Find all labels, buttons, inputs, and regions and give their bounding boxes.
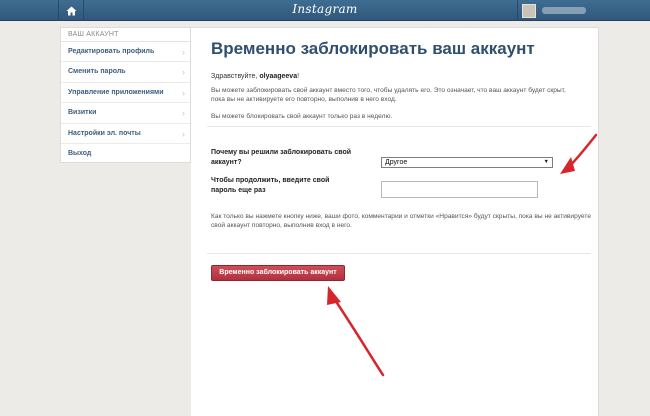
description-text: Вы можете заблокировать свой аккаунт вме… xyxy=(211,87,566,104)
warning-text: Как только вы нажмете кнопку ниже, ваши … xyxy=(211,213,591,230)
sidebar-item-change-password[interactable]: Сменить пароль › xyxy=(61,62,190,83)
sidebar-item-badges[interactable]: Визитки › xyxy=(61,103,190,124)
sidebar-item-edit-profile[interactable]: Редактировать профиль › xyxy=(61,42,190,63)
reason-select[interactable]: Другое ▼ xyxy=(381,157,553,168)
sidebar-item-label: Редактировать профиль xyxy=(68,48,155,55)
home-icon xyxy=(66,6,76,15)
username: olyaageeva xyxy=(259,73,298,80)
greeting-prefix: Здравствуйте, xyxy=(211,73,260,80)
sidebar-item-manage-apps[interactable]: Управление приложениями › xyxy=(61,83,190,104)
weekly-limit-note: Вы можете блокировать свой аккаунт тольк… xyxy=(211,113,393,120)
reason-selected-value: Другое xyxy=(385,159,408,166)
top-navigation-bar: Instagram xyxy=(0,0,650,21)
divider xyxy=(207,126,591,127)
temporarily-disable-account-button[interactable]: Временно заблокировать аккаунт xyxy=(211,265,345,281)
chevron-right-icon: › xyxy=(182,47,185,57)
divider xyxy=(207,253,591,254)
greeting: Здравствуйте, olyaageeva! xyxy=(211,73,299,80)
greeting-suffix: ! xyxy=(297,73,300,80)
dropdown-arrow-icon: ▼ xyxy=(543,159,549,165)
chevron-right-icon: › xyxy=(182,67,185,78)
page-title: Временно заблокировать ваш аккаунт xyxy=(211,39,535,58)
account-sidebar: ВАШ АККАУНТ Редактировать профиль › Смен… xyxy=(60,27,191,163)
password-label: Чтобы продолжить, введите свой пароль ещ… xyxy=(211,177,330,194)
password-field[interactable] xyxy=(381,181,538,198)
sidebar-item-label: Визитки xyxy=(68,109,97,117)
sidebar-item-logout[interactable]: Выход xyxy=(61,144,190,164)
sidebar-header: ВАШ АККАУНТ xyxy=(61,28,190,42)
reason-label: Почему вы решили заблокировать свой акка… xyxy=(211,149,352,166)
sidebar-item-email-settings[interactable]: Настройки эл. почты › xyxy=(61,124,190,144)
blurred-username xyxy=(542,7,586,14)
avatar xyxy=(522,3,536,18)
chevron-right-icon: › xyxy=(182,128,185,139)
user-menu[interactable] xyxy=(517,0,650,21)
sidebar-item-label: Выход xyxy=(68,149,92,157)
home-button[interactable] xyxy=(58,0,84,21)
sidebar-item-label: Управление приложениями xyxy=(68,88,164,96)
chevron-right-icon: › xyxy=(182,108,185,119)
sidebar-item-label: Сменить пароль xyxy=(68,68,126,76)
deactivate-account-panel: Временно заблокировать ваш аккаунт Здрав… xyxy=(191,27,599,416)
sidebar-item-label: Настройки эл. почты xyxy=(68,129,141,137)
chevron-right-icon: › xyxy=(182,87,185,98)
